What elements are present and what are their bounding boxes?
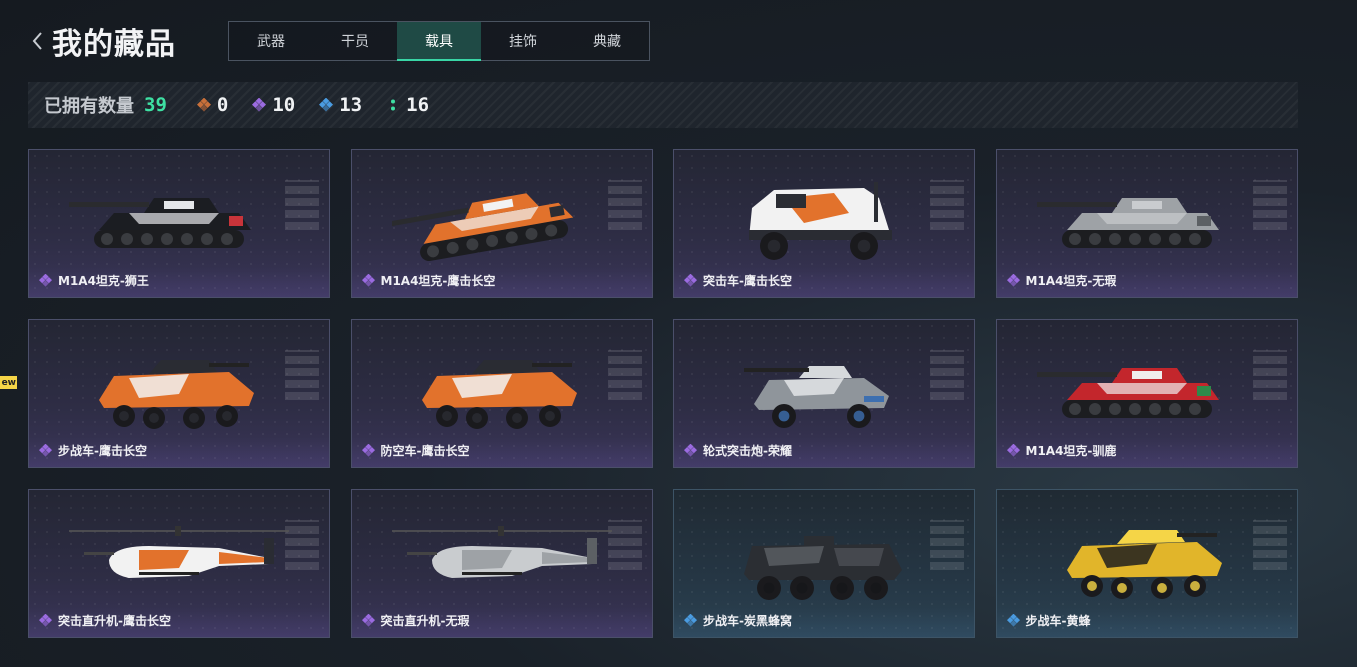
- rarity-count: 16: [406, 94, 430, 116]
- helicopter-vehicle-image: [391, 526, 612, 578]
- card-decoration: [930, 350, 964, 400]
- owned-count-value: 39: [144, 94, 167, 116]
- collection-card[interactable]: 步战车-黄蜂: [995, 489, 1298, 638]
- collection-card[interactable]: M1A4坦克-鹰击长空: [350, 149, 653, 298]
- item-name-label: 步战车-黄蜂: [1025, 614, 1091, 628]
- chevron-left-icon: [32, 32, 42, 50]
- item-name-label: 突击直升机-鹰击长空: [58, 614, 171, 628]
- item-name-label: M1A4坦克-无瑕: [1025, 274, 1117, 288]
- new-badge: ew: [0, 376, 17, 389]
- card-name: 步战车-黄蜂: [1006, 612, 1091, 629]
- rarity-count: 0: [216, 94, 229, 116]
- ifv-vehicle-image: [421, 360, 577, 429]
- card-decoration: [1252, 350, 1287, 400]
- owned-count-label: 已拥有数量: [44, 96, 134, 117]
- wheeled-gun-vehicle-image: [744, 366, 889, 428]
- card-name: 轮式突击炮-荣耀: [684, 442, 792, 459]
- tank-vehicle-image: [1036, 198, 1219, 248]
- collection-card[interactable]: 轮式突击炮-荣耀: [673, 319, 975, 468]
- rarity-stat: 0: [196, 94, 229, 116]
- collection-card[interactable]: 步战车-炭黑蜂窝: [673, 489, 975, 638]
- collection-card[interactable]: 突击车-鹰击长空: [673, 149, 975, 298]
- purple-rarity-diamond-icon: [684, 444, 697, 457]
- tab-3[interactable]: 挂饰: [481, 22, 565, 60]
- tab-2[interactable]: 载具: [397, 22, 481, 61]
- card-name: M1A4坦克-狮王: [39, 272, 149, 289]
- collection-card[interactable]: M1A4坦克-狮王: [28, 149, 330, 298]
- collection-card[interactable]: 防空车-鹰击长空: [350, 319, 653, 468]
- card-name: 突击直升机-无瑕: [361, 612, 470, 629]
- helicopter-vehicle-image: [69, 526, 289, 578]
- card-decoration: [930, 520, 964, 570]
- purple-rarity-diamond-icon: [684, 274, 697, 287]
- item-name-label: 轮式突击炮-荣耀: [703, 444, 792, 458]
- rarity-stat: 10: [252, 94, 295, 116]
- item-name-label: 步战车-炭黑蜂窝: [703, 614, 792, 628]
- collection-stats-bar: 已拥有数量 39 0 10 13 16: [28, 82, 1298, 128]
- tank-vehicle-image: [1036, 368, 1219, 418]
- card-name: 突击车-鹰击长空: [684, 272, 792, 289]
- purple-rarity-diamond-icon: [1006, 444, 1020, 457]
- orange-rarity-diamond-icon: [196, 98, 211, 112]
- tank-angled-vehicle-image: [391, 193, 573, 262]
- card-decoration: [607, 520, 642, 570]
- card-decoration: [607, 180, 642, 230]
- card-decoration: [285, 350, 319, 400]
- purple-rarity-diamond-icon: [361, 444, 375, 457]
- purple-rarity-diamond-icon: [252, 98, 267, 112]
- rarity-count: 13: [339, 94, 363, 116]
- purple-rarity-diamond-icon: [39, 614, 52, 627]
- rarity-count: 10: [272, 94, 296, 116]
- green-rarity-dots-icon: [391, 99, 396, 111]
- tab-4[interactable]: 典藏: [565, 22, 649, 60]
- card-decoration: [285, 520, 319, 570]
- collection-card[interactable]: M1A4坦克-无瑕: [995, 149, 1298, 298]
- card-decoration: [285, 180, 319, 230]
- card-decoration: [607, 350, 642, 400]
- page-title: 我的藏品: [52, 27, 176, 62]
- tank-vehicle-image: [69, 198, 251, 248]
- collection-card[interactable]: M1A4坦克-驯鹿: [995, 319, 1298, 468]
- item-name-label: M1A4坦克-驯鹿: [1025, 444, 1117, 458]
- rarity-stat: 16: [386, 94, 429, 116]
- blue-rarity-diamond-icon: [1006, 614, 1020, 627]
- collection-card[interactable]: 突击直升机-无瑕: [350, 489, 653, 638]
- item-name-label: 防空车-鹰击长空: [380, 444, 470, 458]
- item-name-label: 突击直升机-无瑕: [380, 614, 470, 628]
- card-name: 步战车-炭黑蜂窝: [684, 612, 792, 629]
- purple-rarity-diamond-icon: [1006, 274, 1020, 287]
- header: 我的藏品: [28, 20, 176, 62]
- purple-rarity-diamond-icon: [39, 274, 52, 287]
- ifv-vehicle-image: [99, 360, 254, 429]
- card-name: M1A4坦克-驯鹿: [1006, 442, 1117, 459]
- purple-rarity-diamond-icon: [361, 614, 375, 627]
- card-name: 突击直升机-鹰击长空: [39, 612, 171, 629]
- ifv-vehicle-image: [1066, 530, 1222, 599]
- card-name: 防空车-鹰击长空: [361, 442, 470, 459]
- tab-1[interactable]: 干员: [313, 22, 397, 60]
- purple-rarity-diamond-icon: [39, 444, 52, 457]
- collection-card[interactable]: 步战车-鹰击长空: [28, 319, 330, 468]
- item-name-label: M1A4坦克-狮王: [58, 274, 149, 288]
- card-name: M1A4坦克-无瑕: [1006, 272, 1117, 289]
- blue-rarity-diamond-icon: [684, 614, 697, 627]
- item-name-label: 步战车-鹰击长空: [58, 444, 147, 458]
- item-name-label: 突击车-鹰击长空: [703, 274, 792, 288]
- card-name: M1A4坦克-鹰击长空: [361, 272, 496, 289]
- assault-car-vehicle-image: [749, 182, 892, 260]
- item-name-label: M1A4坦克-鹰击长空: [380, 274, 496, 288]
- purple-rarity-diamond-icon: [361, 274, 375, 287]
- tab-0[interactable]: 武器: [229, 22, 313, 60]
- category-tabs: 武器 干员 载具 挂饰 典藏: [228, 21, 650, 61]
- blue-rarity-diamond-icon: [319, 98, 334, 112]
- card-decoration: [1252, 180, 1287, 230]
- apc-vehicle-image: [744, 536, 902, 600]
- rarity-stat: 13: [319, 94, 362, 116]
- collection-card[interactable]: 突击直升机-鹰击长空: [28, 489, 330, 638]
- back-button[interactable]: [28, 29, 46, 53]
- card-decoration: [1252, 520, 1287, 570]
- card-name: 步战车-鹰击长空: [39, 442, 147, 459]
- card-decoration: [930, 180, 964, 230]
